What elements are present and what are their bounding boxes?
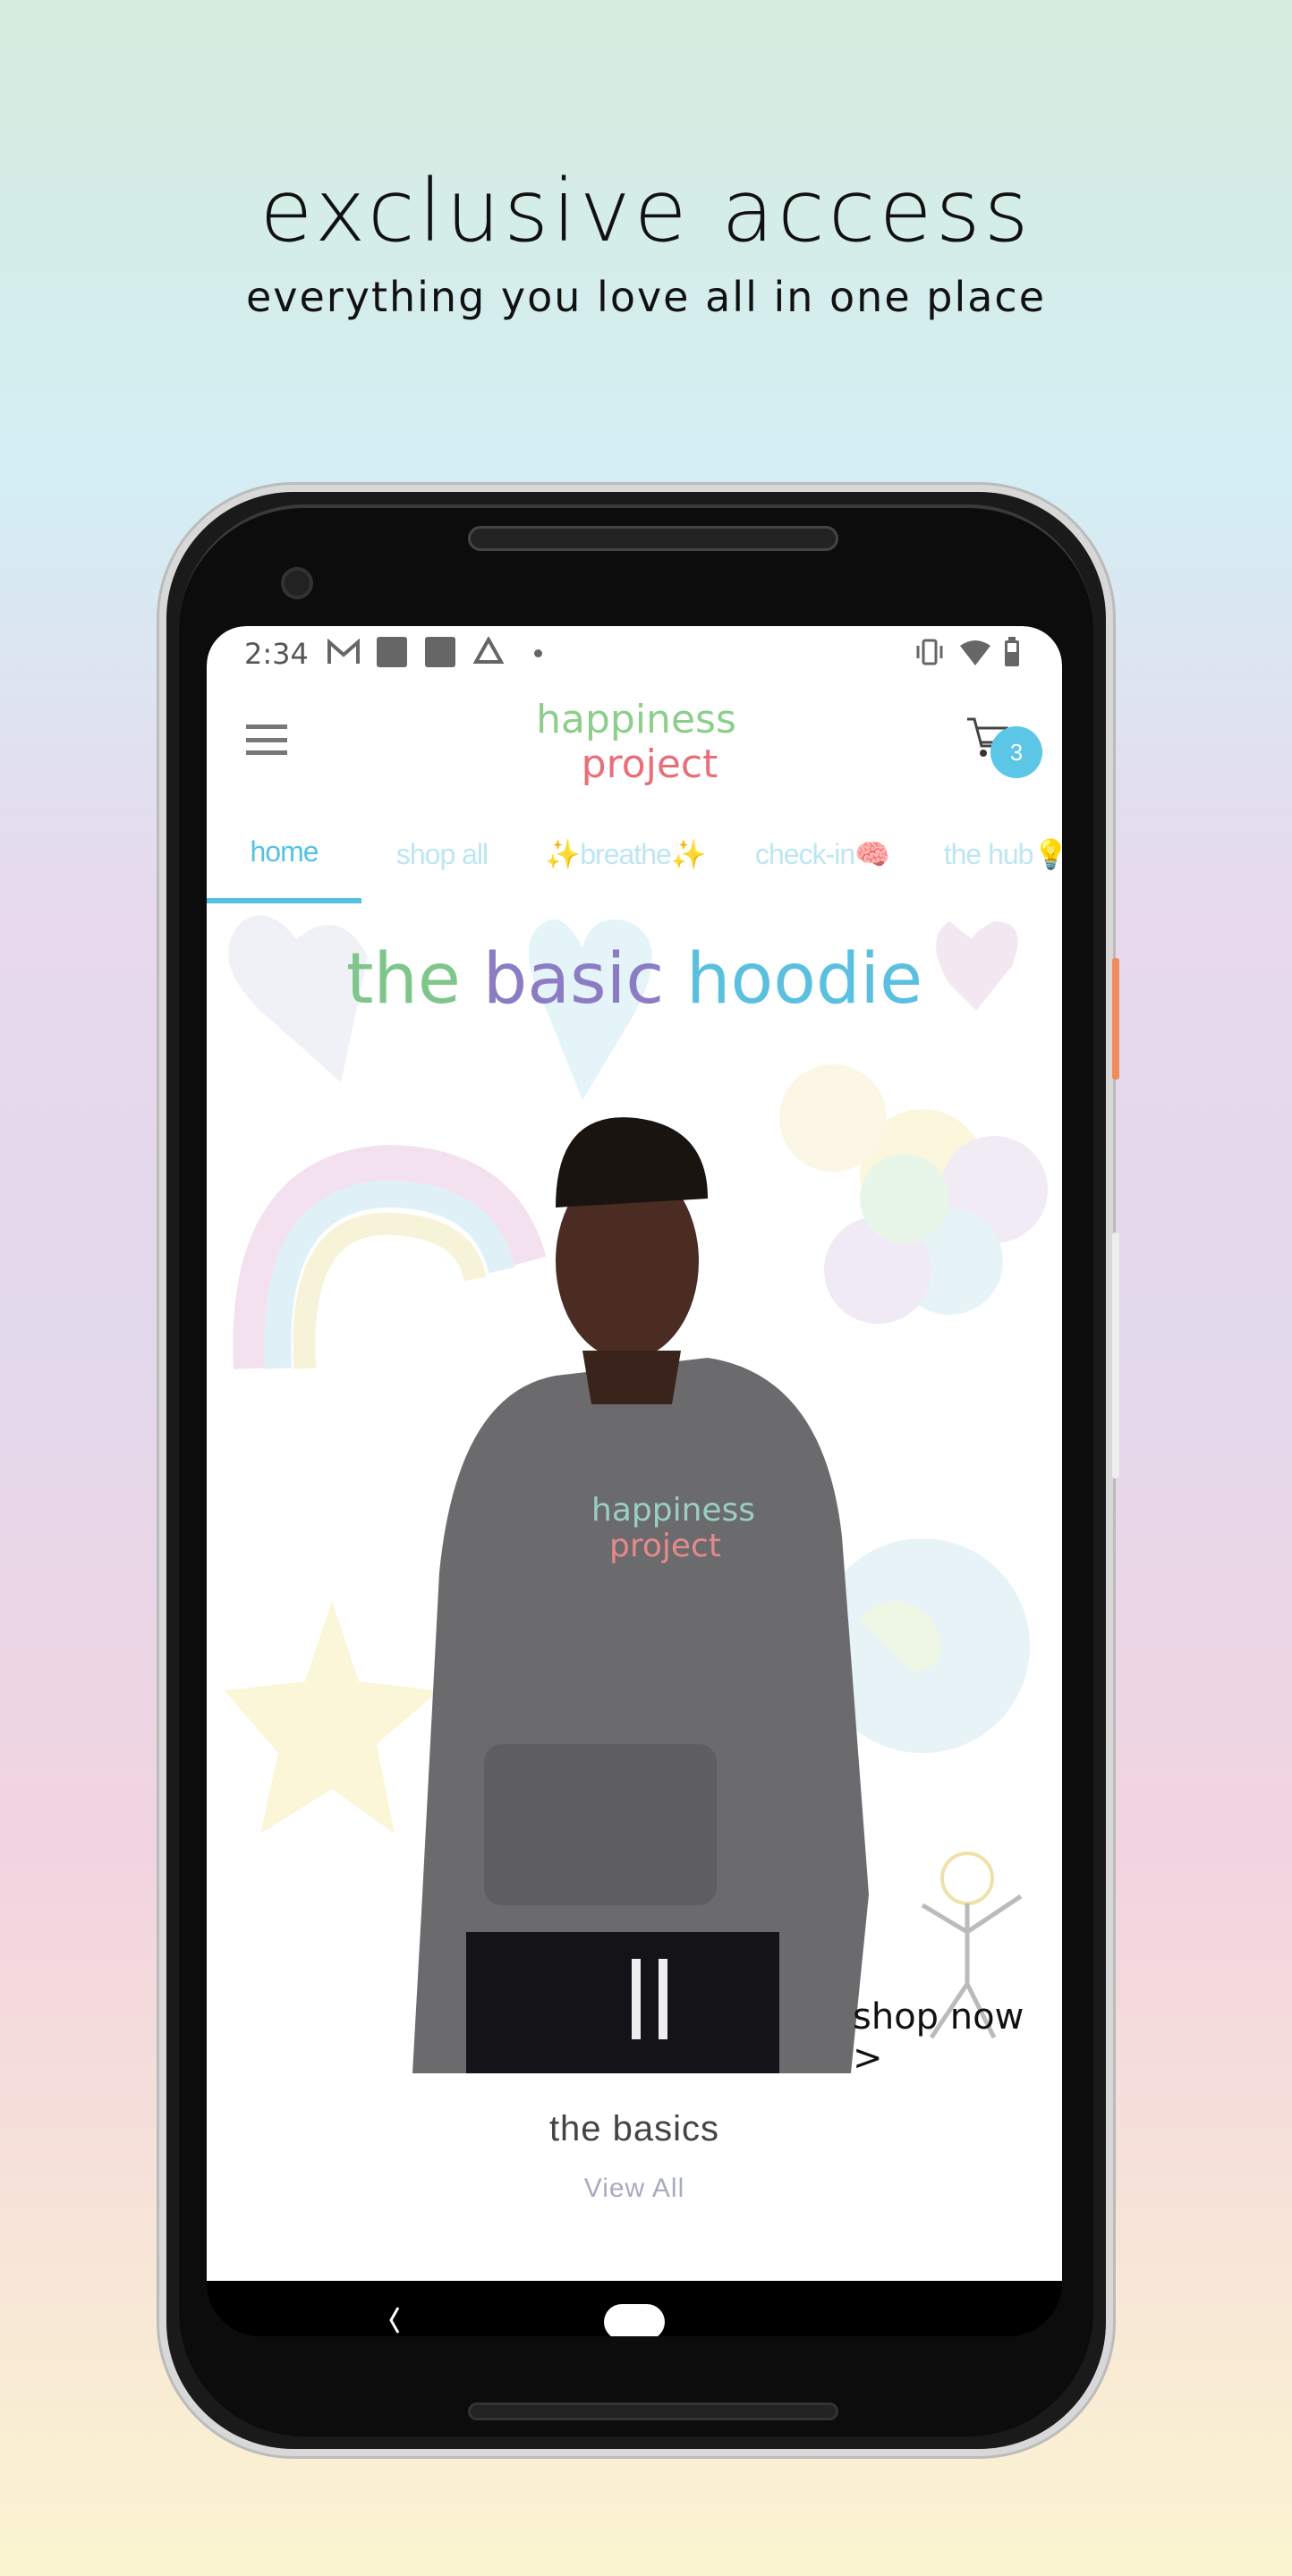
app-icon	[425, 637, 455, 667]
gmail-icon	[327, 639, 360, 664]
cart-count-badge[interactable]: 3	[990, 726, 1042, 778]
logo[interactable]: happiness project	[529, 698, 744, 796]
app-icon	[377, 637, 407, 667]
app: 2:34 happiness project 3 home shop all ✨…	[207, 626, 1062, 2281]
model-photo: happiness project	[412, 1117, 869, 2073]
menu-button[interactable]	[246, 724, 287, 755]
wifi-icon	[960, 640, 990, 665]
collection-title: the basics	[548, 2109, 720, 2148]
hero-banner[interactable]: the basic hoodie happiness project shop …	[207, 903, 1062, 2073]
status-time: 2:34	[244, 637, 309, 671]
vibrate-icon	[916, 639, 943, 665]
tab-the-hub[interactable]: the hub💡	[916, 805, 1062, 903]
back-icon[interactable]	[386, 2304, 404, 2336]
tab-shop-all[interactable]: shop all	[361, 805, 523, 903]
battery-icon	[1005, 637, 1019, 666]
view-all-link[interactable]: View All	[207, 2174, 1062, 2204]
promo-subtitle: everything you love all in one place	[245, 273, 1047, 321]
hero-title: the basic hoodie	[345, 939, 923, 1020]
power-button	[1112, 958, 1119, 1080]
dot-icon	[534, 649, 542, 657]
status-bar: 2:34	[207, 626, 1062, 680]
app-header: happiness project 3	[207, 680, 1062, 805]
tab-breathe[interactable]: ✨breathe✨	[523, 805, 728, 903]
svg-text:project: project	[609, 1528, 721, 1564]
shop-now-link[interactable]: shop now >	[853, 1996, 1062, 2073]
system-nav-bar	[207, 2281, 1062, 2336]
front-camera	[281, 567, 313, 599]
bottom-speaker	[468, 2402, 838, 2420]
svg-text:happiness: happiness	[591, 1492, 755, 1529]
drive-icon	[473, 637, 504, 664]
home-button[interactable]	[604, 2304, 665, 2336]
tab-home[interactable]: home	[207, 805, 361, 903]
promo-title: exclusive access	[259, 161, 1033, 261]
phone-screen: 2:34 happiness project 3 home shop all ✨…	[207, 626, 1062, 2336]
earpiece-speaker	[468, 526, 838, 551]
category-tabs: home shop all ✨breathe✨ check-in🧠 the hu…	[207, 805, 1062, 903]
tab-check-in[interactable]: check-in🧠	[728, 805, 916, 903]
volume-button	[1112, 1233, 1119, 1479]
